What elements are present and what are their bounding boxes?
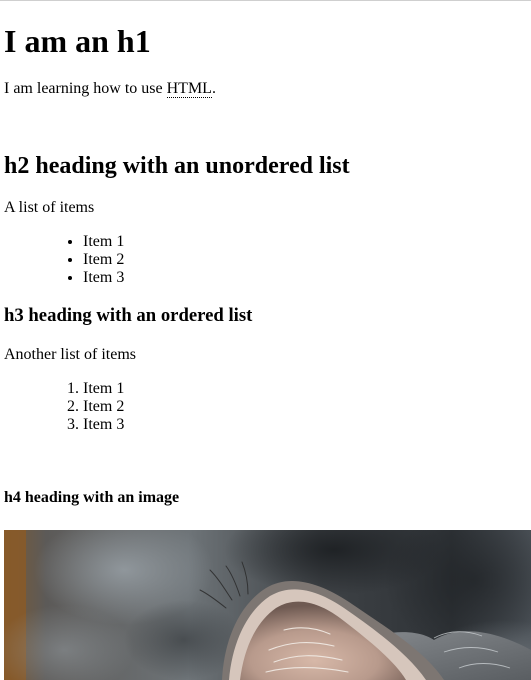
unordered-list-item: Item 3 bbox=[83, 269, 124, 287]
h2-heading: h2 heading with an unordered list bbox=[4, 153, 350, 179]
unordered-list-item: Item 1 bbox=[83, 233, 124, 251]
page-title-h1: I am an h1 bbox=[4, 23, 151, 59]
intro-paragraph: I am learning how to use HTML. bbox=[4, 80, 216, 98]
html-abbreviation: HTML bbox=[166, 80, 212, 98]
h3-heading: h3 heading with an ordered list bbox=[4, 305, 253, 326]
unordered-list: Item 1 Item 2 Item 3 bbox=[83, 233, 124, 287]
cat-photo bbox=[4, 530, 531, 680]
unordered-list-item: Item 2 bbox=[83, 251, 124, 269]
ordered-list-item: Item 1 bbox=[83, 380, 124, 398]
unordered-list-intro: A list of items bbox=[4, 199, 95, 216]
intro-text-after: . bbox=[211, 80, 216, 97]
ordered-list-item: Item 3 bbox=[83, 416, 124, 434]
cat-photo-illustration bbox=[4, 530, 531, 680]
top-border bbox=[0, 0, 531, 1]
h4-heading: h4 heading with an image bbox=[4, 489, 180, 506]
ordered-list-intro: Another list of items bbox=[4, 346, 136, 363]
intro-text-before: I am learning how to use bbox=[4, 80, 167, 97]
ordered-list: Item 1 Item 2 Item 3 bbox=[83, 380, 124, 434]
ordered-list-item: Item 2 bbox=[83, 398, 124, 416]
